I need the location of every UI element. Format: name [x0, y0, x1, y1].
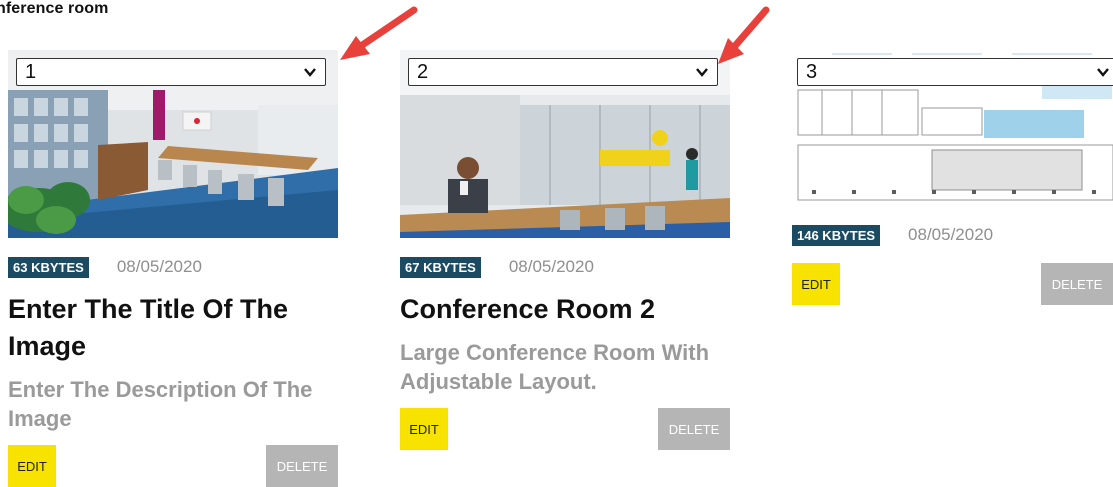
- image-description: Enter The Description Of The Image: [8, 377, 313, 431]
- file-size-badge: 146 KBYTES: [792, 224, 881, 246]
- card-actions: EDIT DELETE: [400, 408, 730, 450]
- order-select-value: 3: [806, 60, 818, 83]
- delete-button[interactable]: DELETE: [1041, 263, 1113, 305]
- delete-button[interactable]: DELETE: [266, 445, 338, 487]
- image-meta: 146 KBYTES 08/05/2020: [792, 221, 1113, 249]
- card-actions: EDIT DELETE: [792, 263, 1113, 305]
- section-title: nference room: [0, 0, 109, 17]
- red-arrow-icon: [340, 6, 418, 60]
- card-actions: EDIT DELETE: [8, 445, 338, 487]
- edit-button[interactable]: EDIT: [8, 445, 56, 487]
- image-thumbnail[interactable]: 2: [400, 50, 730, 238]
- image-thumbnail[interactable]: 3: [792, 50, 1113, 206]
- image-meta: 67 KBYTES 08/05/2020: [400, 253, 730, 281]
- upload-date: 08/05/2020: [116, 257, 202, 276]
- delete-button[interactable]: DELETE: [658, 408, 730, 450]
- chevron-down-icon: [1097, 68, 1109, 77]
- chevron-down-icon: [304, 68, 316, 77]
- image-card: 2 67 KBYTES 08/05/2020 Conference Room 2…: [400, 50, 730, 450]
- image-title: Enter The Title Of The Image: [8, 294, 289, 361]
- order-select-value: 1: [25, 60, 37, 83]
- image-description: Large Conference Room With Adjustable La…: [400, 340, 710, 394]
- order-select[interactable]: 1: [16, 58, 326, 86]
- order-select[interactable]: 3: [797, 58, 1113, 86]
- order-select-value: 2: [417, 60, 429, 83]
- upload-date: 08/05/2020: [508, 257, 594, 276]
- image-card: 3 146 KBYTES 08/05/2020 EDIT DELETE: [792, 50, 1113, 305]
- edit-button[interactable]: EDIT: [792, 263, 840, 305]
- image-title: Conference Room 2: [400, 294, 656, 324]
- upload-date: 08/05/2020: [908, 225, 994, 244]
- image-thumbnail[interactable]: 1: [8, 50, 338, 238]
- chevron-down-icon: [696, 68, 708, 77]
- file-size-badge: 63 KBYTES: [8, 256, 89, 278]
- file-size-badge: 67 KBYTES: [400, 256, 481, 278]
- order-select[interactable]: 2: [408, 58, 718, 86]
- red-arrow-icon: [718, 6, 770, 64]
- image-card: 1 63 KBYTES 08/05/2020 Enter The Title O…: [8, 50, 338, 487]
- image-meta: 63 KBYTES 08/05/2020: [8, 253, 338, 281]
- edit-button[interactable]: EDIT: [400, 408, 448, 450]
